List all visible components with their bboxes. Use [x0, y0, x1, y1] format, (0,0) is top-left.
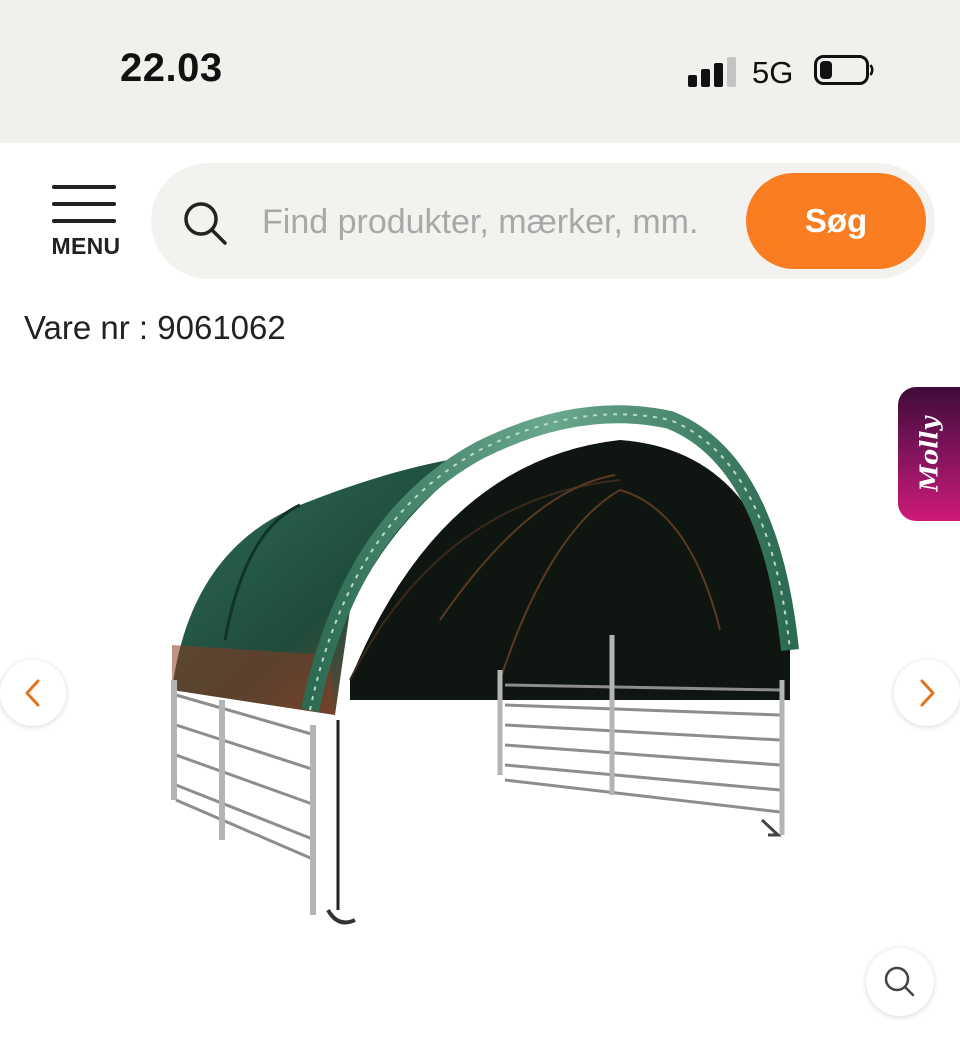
zoom-button[interactable]	[866, 948, 934, 1016]
next-image-button[interactable]	[894, 660, 960, 726]
previous-image-button[interactable]	[0, 660, 66, 726]
product-image[interactable]	[150, 380, 810, 950]
status-time: 22.03	[120, 46, 223, 90]
chevron-right-icon	[920, 679, 935, 707]
chevron-left-icon	[25, 679, 40, 707]
status-bar: 22.03 5G	[0, 0, 960, 143]
chat-assistant-tab[interactable]: Molly	[898, 387, 960, 521]
zoom-icon	[884, 966, 915, 997]
item-number: Vare nr : 9061062	[24, 309, 286, 346]
menu-button[interactable]: MENU	[44, 183, 128, 263]
battery-icon	[814, 55, 874, 85]
search-input[interactable]	[262, 190, 732, 254]
menu-label: MENU	[51, 233, 121, 259]
network-type: 5G	[752, 55, 794, 90]
search-icon	[184, 202, 227, 245]
signal-icon	[688, 55, 738, 87]
assistant-label: Molly	[914, 416, 944, 492]
search-button[interactable]: Søg	[746, 173, 926, 269]
